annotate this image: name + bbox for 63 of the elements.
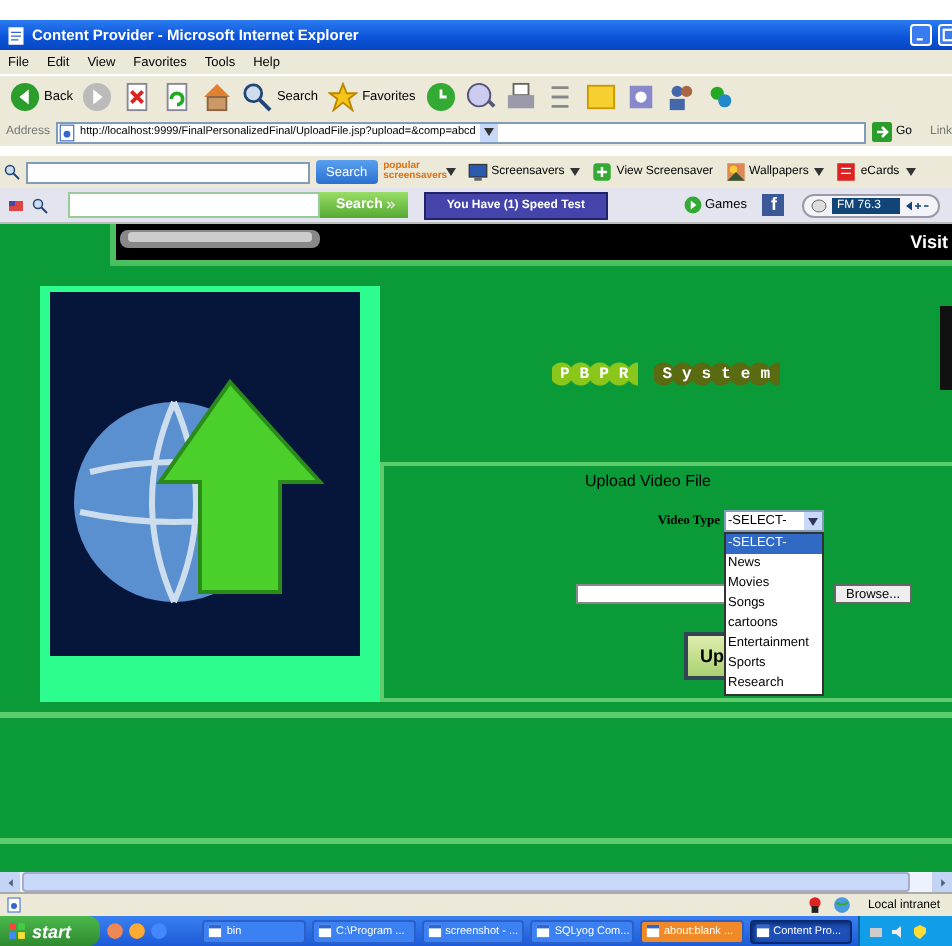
search-icon xyxy=(4,164,20,180)
minimize-button[interactable] xyxy=(910,24,932,46)
maximize-icon xyxy=(942,28,952,42)
refresh-icon xyxy=(162,82,193,112)
caret-icon xyxy=(814,168,825,176)
dropdown-button[interactable] xyxy=(479,123,498,141)
search-icon xyxy=(242,82,273,112)
print-button[interactable] xyxy=(503,80,538,114)
network-icon xyxy=(868,923,885,939)
window-icon xyxy=(645,924,660,938)
landscape-icon xyxy=(725,162,746,182)
home-button[interactable] xyxy=(200,80,235,114)
social-button[interactable]: f xyxy=(762,194,785,216)
plus-icon xyxy=(592,162,613,182)
star-icon xyxy=(328,82,359,112)
people-icon xyxy=(665,82,696,112)
flag-icon xyxy=(8,197,24,213)
scroll-right-button[interactable] xyxy=(932,872,952,892)
photo-placeholder xyxy=(940,306,952,390)
dropdown-arrow-icon xyxy=(808,517,818,525)
quick-launch-button[interactable] xyxy=(149,922,168,940)
search-field[interactable] xyxy=(68,192,320,218)
caret-icon xyxy=(905,168,916,176)
play-icon xyxy=(683,196,701,214)
search-icon xyxy=(32,197,48,213)
card-icon xyxy=(836,162,857,182)
window-icon xyxy=(208,924,223,938)
go-arrow-icon xyxy=(871,122,892,142)
page-icon xyxy=(6,25,26,45)
panel-title: Upload Video File xyxy=(582,472,713,490)
printer-icon xyxy=(505,82,536,112)
right-arrow-icon xyxy=(937,877,947,887)
messenger-icon xyxy=(705,82,736,112)
folder-button[interactable] xyxy=(583,80,618,114)
caret-icon xyxy=(570,168,581,176)
scroll-left-button[interactable] xyxy=(0,872,20,892)
window-icon xyxy=(755,924,770,938)
page-icon xyxy=(6,896,22,914)
quick-launch-button[interactable] xyxy=(127,922,146,940)
shield-icon xyxy=(912,923,929,939)
speaker-icon xyxy=(890,923,907,939)
window-icon xyxy=(427,924,442,938)
note-icon xyxy=(585,82,616,112)
banner-text: Visit xyxy=(910,232,948,252)
search-field[interactable] xyxy=(26,161,310,183)
globe-icon xyxy=(831,896,852,914)
windows-flag-icon xyxy=(8,922,26,940)
quick-launch-button[interactable] xyxy=(105,922,124,940)
caret-icon xyxy=(445,168,456,176)
caret-icon xyxy=(483,128,494,136)
double-chevron-icon xyxy=(386,200,397,210)
home-icon xyxy=(202,82,233,112)
window-icon xyxy=(318,924,333,938)
stop-icon xyxy=(122,82,153,112)
media-icon xyxy=(625,82,656,112)
left-arrow-icon xyxy=(5,877,15,887)
window-icon xyxy=(536,924,551,938)
page-icon xyxy=(58,123,77,141)
history-icon xyxy=(425,82,456,112)
volume-controls-icon xyxy=(904,199,933,211)
monitor-icon xyxy=(467,162,488,182)
history-button[interactable] xyxy=(423,80,458,114)
radio-icon xyxy=(810,197,829,213)
